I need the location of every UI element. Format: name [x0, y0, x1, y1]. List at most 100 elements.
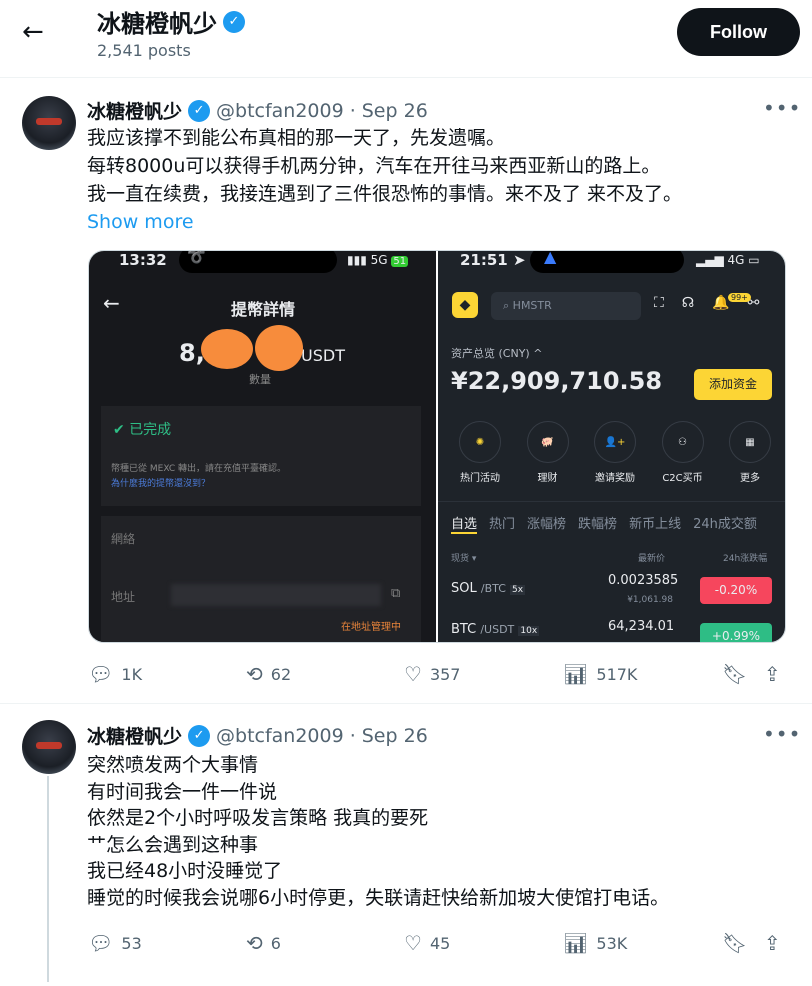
- shortcut-item: 👤+ 邀请奖励: [585, 421, 645, 484]
- follow-button[interactable]: Follow: [677, 8, 800, 56]
- add-funds-button: 添加资金: [694, 369, 772, 400]
- repost-button[interactable]: ⟲ 62: [246, 662, 291, 686]
- tweet-text: 我应该撑不到能公布真相的那一天了，先发遗嘱。每转8000u可以获得手机两分钟，汽…: [87, 124, 802, 236]
- author-name[interactable]: 冰糖橙帆少: [87, 97, 182, 124]
- avatar[interactable]: [22, 96, 76, 150]
- author-handle[interactable]: @btcfan2009: [216, 725, 344, 747]
- tweet-media[interactable]: 13:32 ➰ ▮▮▮ 5G 51 ← 提幣詳情 8, USDT 數量 ✔ 已完…: [88, 250, 786, 643]
- show-more-link[interactable]: Show more: [87, 208, 802, 236]
- quote: /BTC: [480, 582, 506, 595]
- navigation-icon: ▲: [544, 251, 557, 266]
- bookmark-icon: 🔖︎: [722, 662, 748, 686]
- column-spot: 现货 ▾: [451, 554, 477, 564]
- search-text: HMSTR: [512, 299, 552, 312]
- time-text: 21:51: [460, 251, 508, 269]
- redaction-scribble: [201, 329, 253, 369]
- tweet-author-line: 冰糖橙帆少 ✓ @btcfan2009 · Sep 26: [87, 97, 428, 124]
- binance-wallet-screenshot[interactable]: 21:51 ➤ ▲ ▂▄▆ 4G ▭ ◆ ⌕ HMSTR ⛶☊🔔⚯ 99+ 资产…: [438, 251, 785, 642]
- link-icon: ➰: [187, 251, 206, 266]
- repost-count: 6: [270, 933, 281, 953]
- status-card: ✔ 已完成 幣種已從 MEXC 轉出，請在充值平臺確認。 為什麼我的提幣還沒到？: [101, 406, 421, 506]
- price: 64,234.01: [608, 619, 675, 634]
- repost-button[interactable]: ⟲ 6: [246, 931, 281, 955]
- tweet-line: 我一直在续费，我接连遇到了三件很恐怖的事情。来不及了 来不及了。: [87, 183, 683, 205]
- like-count: 45: [429, 933, 451, 953]
- status-note: 幣種已從 MEXC 轉出，請在充值平臺確認。: [111, 464, 286, 474]
- post-count: 2,541 posts: [97, 41, 191, 60]
- reply-count: 1K: [121, 664, 143, 684]
- repost-icon: ⟲: [246, 931, 263, 955]
- share-button[interactable]: ⇪: [764, 662, 781, 686]
- back-arrow-icon[interactable]: ←: [22, 18, 50, 46]
- repost-count: 62: [270, 664, 292, 684]
- verified-badge-icon: ✓: [188, 99, 211, 122]
- bookmark-button[interactable]: 🔖︎: [722, 662, 747, 686]
- details-card: 網絡 地址 ⧉ 在地址管理中: [101, 516, 421, 642]
- reply-button[interactable]: 💬︎ 53: [88, 931, 142, 955]
- column-price: 最新价: [638, 554, 666, 564]
- tab: 新币上线: [629, 517, 682, 532]
- tweet-line: 依然是2个小时呼吸发言策略 我真的要死: [87, 807, 429, 829]
- symbol: SOL: [451, 581, 477, 596]
- fiat-price: ¥1,061.98: [627, 595, 673, 605]
- tweet-line: 我应该撑不到能公布真相的那一天了，先发遗嘱。: [87, 127, 506, 149]
- profile-header: ← 冰糖橙帆少 ✓ 2,541 posts Follow: [0, 0, 812, 78]
- status-text: 已完成: [129, 422, 172, 438]
- dynamic-island: ▲: [530, 251, 684, 273]
- author-handle[interactable]: @btcfan2009: [216, 100, 344, 122]
- address-label: 地址: [111, 590, 136, 604]
- heart-icon: ♡: [404, 931, 422, 955]
- tweet-line: 艹怎么会遇到这种事: [87, 833, 259, 856]
- signal-text: 4G: [727, 253, 745, 267]
- bookmark-icon: 🔖︎: [722, 931, 748, 955]
- amount-unit: USDT: [301, 346, 345, 365]
- more-options-icon[interactable]: •••: [763, 722, 801, 746]
- balance: ¥22,909,710.58: [451, 367, 663, 395]
- shortcut-item: ⚇ C2C买币: [653, 421, 713, 484]
- battery: 51: [391, 256, 409, 267]
- dot-separator: ·: [349, 99, 356, 122]
- verified-badge-icon: ✓: [223, 10, 245, 33]
- avatar[interactable]: [22, 720, 76, 774]
- thread-line: [47, 776, 49, 982]
- tweet-date[interactable]: Sep 26: [362, 100, 428, 122]
- market-row: SOL /BTC 5x: [451, 581, 526, 596]
- status-time: 13:32: [119, 251, 167, 269]
- view-count: 53K: [596, 933, 628, 953]
- more-options-icon[interactable]: •••: [763, 96, 801, 120]
- shortcut-label: 理财: [537, 473, 558, 484]
- reply-button[interactable]: 💬︎ 1K: [88, 662, 142, 686]
- reply-icon: 💬︎: [88, 662, 114, 686]
- tweet-line: 每转8000u可以获得手机两分钟，汽车在开往马来西亚新山的路上。: [87, 155, 661, 177]
- market-row: BTC /USDT 10x: [451, 622, 540, 637]
- mexc-withdrawal-screenshot[interactable]: 13:32 ➰ ▮▮▮ 5G 51 ← 提幣詳情 8, USDT 數量 ✔ 已完…: [89, 251, 436, 642]
- symbol: BTC: [451, 622, 477, 637]
- copy-icon: ⧉: [391, 586, 401, 601]
- view-count: 517K: [596, 664, 638, 684]
- views-button[interactable]: 📊︎ 517K: [563, 662, 637, 686]
- quote: /USDT: [480, 623, 515, 636]
- shortcut-label: 热门活动: [460, 473, 500, 484]
- dynamic-island: ➰: [179, 251, 337, 273]
- bookmark-button[interactable]: 🔖︎: [722, 931, 747, 955]
- like-button[interactable]: ♡ 45: [404, 931, 450, 955]
- shortcut-item: ▦ 更多: [720, 421, 780, 484]
- author-name[interactable]: 冰糖橙帆少: [87, 722, 182, 749]
- leverage: 10x: [518, 626, 540, 636]
- like-button[interactable]: ♡ 357: [404, 662, 460, 686]
- amount-label: 數量: [249, 373, 271, 386]
- share-icon: ⇪: [764, 931, 781, 955]
- repost-icon: ⟲: [246, 662, 263, 686]
- shortcut-item: ✺ 热门活动: [450, 421, 510, 484]
- tweet-line: 有时间我会一件一件说: [87, 780, 278, 803]
- views-button[interactable]: 📊︎ 53K: [563, 931, 627, 955]
- notification-badge: 99+: [728, 293, 751, 302]
- tweet-date[interactable]: Sep 26: [362, 725, 428, 747]
- status-time: 21:51 ➤: [460, 251, 526, 269]
- divider: [438, 501, 785, 502]
- shortcut-label: 更多: [740, 473, 760, 484]
- assets-label: 资产总览 (CNY) ^: [451, 347, 543, 360]
- shortcut-row: ✺ 热门活动 🐖 理财 👤+ 邀请奖励 ⚇ C2C买币 ▦ 更多: [450, 421, 780, 484]
- shortcut-item: 🐖 理财: [518, 421, 578, 484]
- share-button[interactable]: ⇪: [764, 931, 781, 955]
